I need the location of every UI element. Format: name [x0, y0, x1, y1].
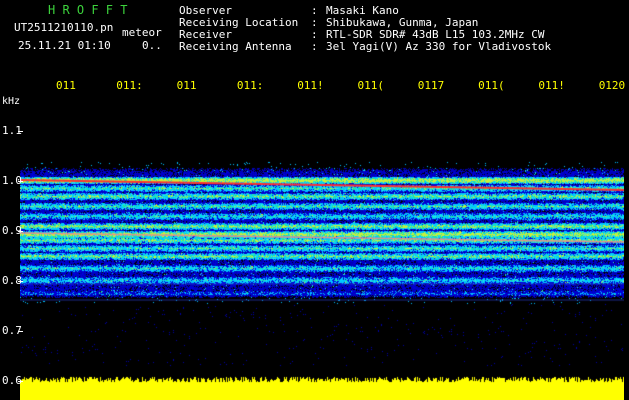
antenna-value: 3el Yagi(V) Az 330 for Vladivostok — [326, 40, 552, 53]
file-tag: meteor — [122, 26, 162, 39]
freq-tick-mark — [18, 231, 23, 232]
time-label: 011( — [478, 79, 505, 92]
time-label: 0120 — [598, 79, 626, 92]
hrofft-window: H R O F F T UT2511210110.pn meteor 25.11… — [0, 0, 629, 400]
freq-unit-label: kHz — [2, 96, 21, 107]
antenna-label: Receiving Antenna — [179, 40, 292, 53]
app-title: H R O F F T — [48, 3, 128, 17]
counter: 0.. — [142, 39, 162, 52]
time-label: 011 — [176, 79, 197, 92]
time-label: 0117 — [417, 79, 445, 92]
freq-tick-mark — [18, 331, 23, 332]
freq-tick-mark — [18, 131, 23, 132]
freq-tick-mark — [18, 181, 23, 182]
spectrogram-canvas — [20, 96, 624, 400]
time-label: 011( — [357, 79, 385, 92]
freq-tick-mark — [18, 281, 23, 282]
time-label: 011! — [297, 79, 324, 92]
time-label: 011 — [56, 79, 76, 92]
freq-tick-mark — [18, 381, 23, 382]
antenna-sep: : — [311, 40, 318, 53]
time-label: 011! — [538, 79, 565, 92]
file-name: UT2511210110.pn — [14, 21, 114, 34]
time-label: 011: — [236, 79, 264, 92]
time-label: 011: — [116, 79, 143, 92]
datetime: 25.11.21 01:10 — [18, 39, 111, 52]
